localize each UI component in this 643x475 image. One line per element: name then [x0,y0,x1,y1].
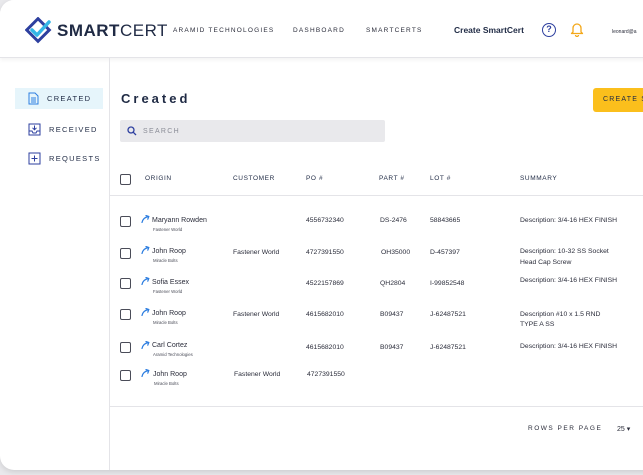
origin-name[interactable]: Maryann Rowden [152,217,207,224]
row-checkbox[interactable] [120,248,131,259]
column-header-part[interactable]: PART # [379,175,405,182]
origin-company: Miracle Bolts [153,320,178,325]
cell-po: 4727391550 [306,249,344,256]
cell-part: B09437 [380,344,404,351]
cell-customer: Fastener World [234,371,281,378]
row-checkbox[interactable] [120,342,131,353]
cell-po: 4727391550 [307,371,345,378]
sidebar: CREATED RECEIVED REQUESTS [0,58,110,470]
rows-per-page-select[interactable]: 25 ▾ [617,425,630,433]
header-divider [110,195,643,196]
logo-text: SMARTCERT [57,21,168,41]
footer-divider [110,406,643,407]
origin-name[interactable]: John Roop [152,310,186,317]
search-bar[interactable]: SEARCH [120,120,385,142]
share-arrow-icon [141,246,150,254]
column-header-po[interactable]: PO # [306,175,323,182]
cell-po: 4522157869 [306,280,344,287]
cell-summary: Description: 3/4-16 HEX FINISH [520,343,618,350]
origin-company: Fastener World [153,289,183,294]
origin-company: Miracle Bolts [154,381,179,386]
cell-summary: Description #10 x 1.5 RND [520,311,601,318]
sidebar-item-label: REQUESTS [49,154,101,163]
share-arrow-icon [141,215,150,223]
nav-smartcerts[interactable]: SMARTCERTS [366,27,423,34]
cell-lot: I-99852548 [430,280,465,287]
search-input[interactable]: SEARCH [143,128,180,135]
origin-name[interactable]: Sofia Essex [152,279,189,286]
logo-text-rest: CERT [119,21,168,40]
column-header-summary[interactable]: SUMMARY [520,175,557,182]
select-all-checkbox[interactable] [120,174,131,185]
origin-company: Aramid Technologies [153,352,193,357]
cell-lot: 58843665 [430,217,461,224]
app-window: SMARTCERT ARAMID TECHNOLOGIES DASHBOARD … [0,0,643,470]
cell-lot: D-457397 [430,249,460,256]
sidebar-item-received[interactable]: RECEIVED [15,119,103,140]
cell-po: 4615682010 [306,311,344,318]
row-checkbox[interactable] [120,370,131,381]
cell-lot: J-62487521 [430,344,466,351]
user-email[interactable]: leonard@a [612,29,637,35]
cell-part: OH35000 [381,249,411,256]
cell-part: QH2804 [380,280,406,287]
document-icon [28,92,39,105]
search-icon [127,126,137,136]
bell-icon[interactable] [570,22,584,37]
sidebar-item-label: RECEIVED [49,125,98,134]
share-arrow-icon [141,341,150,349]
smartcert-logo[interactable]: SMARTCERT [25,17,168,45]
cell-part: DS-2476 [380,217,407,224]
cell-summary-line2: TYPE A SS [520,321,555,328]
column-header-origin[interactable]: ORIGIN [145,175,172,182]
sidebar-item-label: CREATED [47,94,92,103]
inbox-icon [28,123,41,136]
sidebar-item-requests[interactable]: REQUESTS [15,148,103,169]
cell-customer: Fastener World [233,249,280,256]
nav-dashboard[interactable]: DASHBOARD [293,27,345,34]
row-checkbox[interactable] [120,278,131,289]
cell-summary-line2: Head Cap Screw [520,259,572,266]
origin-name[interactable]: John Roop [152,248,186,255]
logo-text-bold: SMART [57,21,120,40]
cell-po: 4556732340 [306,217,344,224]
share-arrow-icon [141,369,150,377]
cell-summary: Description: 10-32 SS Socket [520,248,609,255]
origin-company: Miracle Bolts [153,258,178,263]
row-checkbox[interactable] [120,216,131,227]
cell-po: 4615682010 [306,344,344,351]
page-title: Created [121,91,191,106]
cell-summary: Description: 3/4-16 HEX FINISH [520,277,618,284]
add-box-icon [28,152,41,165]
cell-part: B09437 [380,311,404,318]
top-header: SMARTCERT ARAMID TECHNOLOGIES DASHBOARD … [0,0,643,58]
column-header-lot[interactable]: LOT # [430,175,451,182]
rows-per-page-label: ROWS PER PAGE [528,425,603,432]
sidebar-item-created[interactable]: CREATED [15,88,103,109]
cell-customer: Fastener World [233,311,280,318]
create-smartcert-button[interactable]: CREATE S [593,88,643,112]
cell-summary: Description: 3/4-16 HEX FINISH [520,217,618,224]
origin-name[interactable]: John Roop [153,371,187,378]
share-arrow-icon [141,277,150,285]
column-header-customer[interactable]: CUSTOMER [233,175,275,182]
smartcert-logo-icon [25,17,52,44]
origin-name[interactable]: Carl Cortez [152,342,187,349]
nav-aramid-technologies[interactable]: ARAMID TECHNOLOGIES [173,27,274,34]
cell-lot: J-62487521 [430,311,466,318]
origin-company: Fastener World [153,227,183,232]
create-smartcert-link[interactable]: Create SmartCert [454,25,524,35]
share-arrow-icon [141,308,150,316]
help-icon[interactable]: ? [542,23,556,37]
row-checkbox[interactable] [120,309,131,320]
